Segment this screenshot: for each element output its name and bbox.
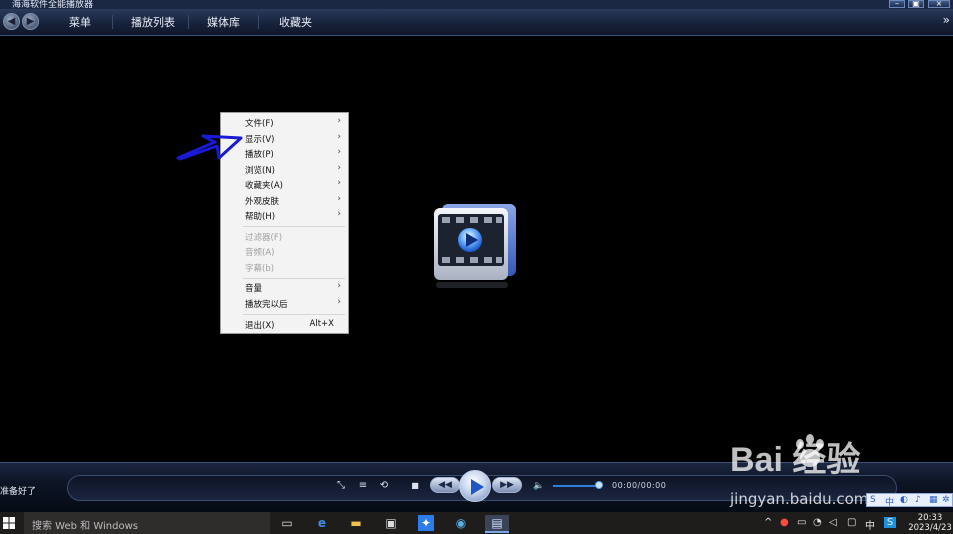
clock-date: 2023/4/23 xyxy=(908,523,952,533)
ctx-label: 音量 xyxy=(245,284,263,294)
back-arrow-icon[interactable]: ◀ xyxy=(3,13,20,30)
taskbar: 搜索 Web 和 Windows ▭ e ▬ ▣ ✦ ◉ ▤ ^ ● ▭ ◔ ◁… xyxy=(0,512,953,534)
paw-logo-icon xyxy=(796,434,824,467)
ctx-label: 收藏夹(A) xyxy=(245,181,283,191)
ctx-item-subtitle: 字幕(b) xyxy=(221,260,348,275)
search-placeholder: 搜索 Web 和 Windows xyxy=(32,521,138,532)
menu-playlist[interactable]: 播放列表 xyxy=(131,14,175,30)
minimize-button[interactable]: – xyxy=(889,0,905,8)
ctx-item-favorites[interactable]: 收藏夹(A) › xyxy=(221,177,348,192)
loop-icon[interactable]: ⟲ xyxy=(377,479,391,493)
ctx-separator xyxy=(243,226,345,227)
menu-divider xyxy=(258,15,259,29)
ctx-label: 播放(P) xyxy=(245,150,274,160)
ime-toolbar[interactable]: S 中 ◐ ♪ ▦ ✲ xyxy=(866,493,953,508)
windows-start-icon[interactable] xyxy=(3,517,15,529)
tray-app-icon[interactable]: ● xyxy=(780,517,789,528)
player-taskbar-icon[interactable]: ▤ xyxy=(485,515,509,533)
ime-language-indicator[interactable]: 中 xyxy=(865,517,875,532)
ime-settings-icon: ✲ xyxy=(942,495,950,505)
window-title: 海海软件全能播放器 xyxy=(12,0,94,9)
menu-divider xyxy=(112,15,113,29)
browser-globe-icon[interactable]: ◉ xyxy=(453,515,469,531)
ime-punct-icon: 中 xyxy=(885,498,895,508)
shrink-icon[interactable]: ⤡ xyxy=(334,479,348,493)
ime-keyboard-icon: ▦ xyxy=(929,495,938,505)
menu-favorites[interactable]: 收藏夹 xyxy=(279,14,312,30)
chevron-right-icon: › xyxy=(337,209,341,219)
ctx-separator xyxy=(243,314,345,315)
chevron-right-icon: › xyxy=(337,116,341,126)
network-icon[interactable]: ◔ xyxy=(813,517,822,528)
stop-icon[interactable]: ■ xyxy=(408,479,422,493)
ctx-label: 外观皮肤 xyxy=(245,197,280,207)
rewind-button[interactable]: ◀◀ xyxy=(430,477,460,493)
ctx-label: 过滤器(F) xyxy=(245,233,283,243)
clock-time: 20:33 xyxy=(917,513,943,523)
watermark-url: jingyan.baidu.com xyxy=(730,490,869,508)
ctx-item-exit[interactable]: 退出(X) Alt+X xyxy=(221,317,348,332)
ctx-label: 帮助(H) xyxy=(245,212,276,222)
status-text: 准备好了 xyxy=(0,487,37,497)
ctx-item-audio: 音频(A) xyxy=(221,244,348,259)
ctx-label: 音频(A) xyxy=(245,248,275,258)
ctx-shortcut: Alt+X xyxy=(309,319,334,329)
ime-icon: S xyxy=(870,495,876,505)
volume-slider[interactable] xyxy=(553,485,599,487)
notification-icon[interactable]: ▢ xyxy=(847,517,856,528)
store-icon[interactable]: ▣ xyxy=(383,515,399,531)
play-icon xyxy=(471,479,484,495)
player-logo-icon xyxy=(434,204,516,288)
volume-icon[interactable]: 🔈 xyxy=(532,479,546,493)
menu-media-library[interactable]: 媒体库 xyxy=(207,14,240,30)
chevron-right-icon: › xyxy=(337,194,341,204)
file-explorer-icon[interactable]: ▬ xyxy=(348,515,364,531)
menu-bar: ◀ ▶ 菜单 播放列表 媒体库 收藏夹 » xyxy=(0,9,953,36)
forward-arrow-icon[interactable]: ▶ xyxy=(22,13,39,30)
chevron-right-icon: › xyxy=(337,147,341,157)
ctx-item-filter: 过滤器(F) xyxy=(221,229,348,244)
volume-slider-knob[interactable] xyxy=(595,481,603,489)
ctx-label: 退出(X) xyxy=(245,321,275,331)
chevron-right-icon: › xyxy=(337,297,341,307)
battery-icon[interactable]: ▭ xyxy=(797,517,806,528)
title-bar: 海海软件全能播放器 – ▣ × xyxy=(0,0,953,9)
edge-browser-icon[interactable]: e xyxy=(314,515,330,531)
chevron-right-icon: › xyxy=(337,281,341,291)
speaker-icon[interactable]: ◁ xyxy=(829,517,837,528)
ctx-label: 浏览(N) xyxy=(245,166,275,176)
ctx-item-volume[interactable]: 音量 › xyxy=(221,280,348,295)
ctx-item-browse[interactable]: 浏览(N) › xyxy=(221,162,348,177)
sogou-ime-icon[interactable]: S xyxy=(884,517,896,528)
chevron-right-icon: › xyxy=(337,163,341,173)
chevron-right-icon: › xyxy=(337,132,341,142)
more-chevron-icon[interactable]: » xyxy=(943,13,950,27)
chevron-right-icon: › xyxy=(337,178,341,188)
restore-button[interactable]: ▣ xyxy=(908,0,924,8)
time-display: 00:00/00:00 xyxy=(612,481,667,490)
ime-mic-icon: ♪ xyxy=(915,495,921,505)
task-view-icon[interactable]: ▭ xyxy=(279,515,295,531)
ctx-label: 显示(V) xyxy=(245,135,275,145)
bird-app-icon[interactable]: ✦ xyxy=(418,515,434,531)
close-button[interactable]: × xyxy=(928,0,950,8)
taskbar-search[interactable]: 搜索 Web 和 Windows xyxy=(24,512,270,534)
ctx-item-help[interactable]: 帮助(H) › xyxy=(221,208,348,223)
ime-moon-icon: ◐ xyxy=(900,495,908,505)
ctx-label: 文件(F) xyxy=(245,119,274,129)
system-clock[interactable]: 20:33 2023/4/23 xyxy=(908,513,952,533)
tray-overflow-icon[interactable]: ^ xyxy=(764,517,772,528)
ctx-label: 字幕(b) xyxy=(245,264,275,274)
annotation-arrow-icon xyxy=(176,134,243,161)
play-button[interactable] xyxy=(459,470,491,502)
fast-forward-button[interactable]: ▶▶ xyxy=(492,477,522,493)
ctx-item-skin[interactable]: 外观皮肤 › xyxy=(221,193,348,208)
menu-divider xyxy=(188,15,189,29)
ctx-item-after-play[interactable]: 播放完以后 › xyxy=(221,296,348,311)
ctx-label: 播放完以后 xyxy=(245,300,288,310)
playlist-icon[interactable]: ≡ xyxy=(356,479,370,493)
menu-main[interactable]: 菜单 xyxy=(69,14,91,30)
ctx-separator xyxy=(243,278,345,279)
